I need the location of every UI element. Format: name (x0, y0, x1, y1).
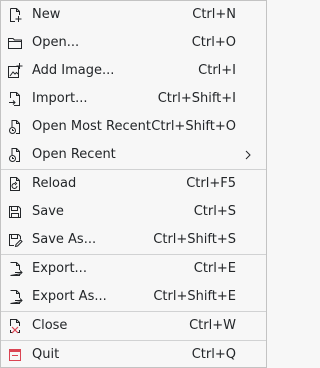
menu-item-reload[interactable]: Reload Ctrl+F5 (1, 171, 266, 197)
document-new-icon (7, 7, 23, 23)
menu-separator (1, 254, 266, 255)
menu-item-shortcut: Ctrl+W (189, 318, 236, 333)
menu-item-label: Export... (32, 261, 87, 276)
menu-item-save[interactable]: Save Ctrl+S (1, 199, 266, 225)
menu-item-shortcut: Ctrl+Q (191, 347, 236, 362)
menu-item-shortcut: Ctrl+O (191, 35, 236, 50)
document-recent-icon (7, 147, 23, 163)
menu-item-label: Quit (32, 347, 60, 362)
menu-item-label: Reload (32, 176, 77, 191)
document-revert-icon (7, 176, 23, 192)
menu-item-shortcut: Ctrl+Shift+I (157, 91, 236, 106)
menu-item-label: Open Recent (32, 147, 116, 162)
application-exit-icon (7, 347, 23, 363)
menu-item-label: Add Image... (32, 63, 115, 78)
menu-item-export-as[interactable]: Export As... Ctrl+Shift+E (1, 284, 266, 310)
menu-item-shortcut: Ctrl+Shift+S (153, 232, 236, 247)
file-menu: New Ctrl+N Open... Ctrl+O Add Image... C… (0, 0, 267, 368)
document-export-icon (7, 289, 23, 305)
menu-separator (1, 311, 266, 312)
menu-item-shortcut: Ctrl+E (193, 261, 236, 276)
menu-item-export[interactable]: Export... Ctrl+E (1, 256, 266, 282)
menu-separator (1, 169, 266, 170)
menu-item-shortcut: Ctrl+F5 (186, 176, 236, 191)
menu-item-label: Close (32, 318, 68, 333)
menu-item-label: Export As... (32, 289, 107, 304)
menu-item-import[interactable]: Import... Ctrl+Shift+I (1, 86, 266, 112)
menu-item-shortcut: Ctrl+Shift+O (151, 119, 236, 134)
folder-open-icon (7, 35, 23, 51)
menu-item-shortcut: Ctrl+S (193, 204, 236, 219)
menu-item-shortcut: Ctrl+Shift+E (153, 289, 236, 304)
menu-item-label: Open Most Recent (32, 119, 151, 134)
chevron-right-icon (240, 147, 256, 163)
menu-item-new[interactable]: New Ctrl+N (1, 2, 266, 28)
menu-item-quit[interactable]: Quit Ctrl+Q (1, 342, 266, 368)
menu-item-label: Save (32, 204, 64, 219)
add-image-icon (7, 63, 23, 79)
menu-item-label: New (32, 7, 61, 22)
document-import-icon (7, 91, 23, 107)
document-recent-icon (7, 119, 23, 135)
menu-item-label: Save As... (32, 232, 97, 247)
menu-item-close[interactable]: Close Ctrl+W (1, 313, 266, 339)
menu-item-open[interactable]: Open... Ctrl+O (1, 30, 266, 56)
document-close-icon (7, 318, 23, 334)
menu-item-save-as[interactable]: Save As... Ctrl+Shift+S (1, 227, 266, 253)
menu-item-open-recent[interactable]: Open Recent (1, 142, 266, 168)
menu-item-shortcut: Ctrl+N (192, 7, 236, 22)
document-export-icon (7, 261, 23, 277)
document-save-icon (7, 204, 23, 220)
menu-item-label: Open... (32, 35, 80, 50)
menu-item-open-most-recent[interactable]: Open Most Recent Ctrl+Shift+O (1, 114, 266, 140)
menu-item-add-image[interactable]: Add Image... Ctrl+I (1, 58, 266, 84)
menu-separator (1, 340, 266, 341)
menu-item-label: Import... (32, 91, 88, 106)
menu-item-shortcut: Ctrl+I (198, 63, 236, 78)
document-save-as-icon (7, 232, 23, 248)
